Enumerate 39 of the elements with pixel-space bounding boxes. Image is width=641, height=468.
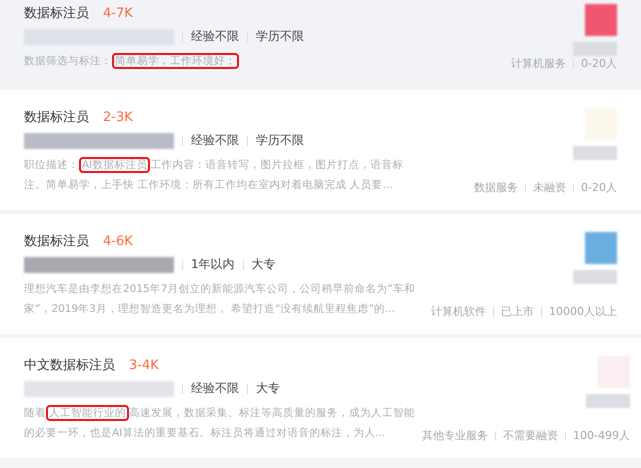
job-title: 数据标注员: [24, 109, 89, 126]
blurred-company-name: [573, 146, 617, 160]
salary: 2-3K: [103, 110, 133, 125]
requirement-tag: 学历不限: [256, 28, 304, 45]
blurred-company-name: [573, 270, 617, 284]
company-tag: 未融资: [533, 180, 566, 195]
job-title: 数据标注员: [24, 233, 89, 250]
blurred-company-name: [586, 394, 630, 408]
company-tag: 已上市: [501, 304, 534, 319]
company-tag: 不需要融资: [503, 428, 558, 443]
salary: 3-4K: [129, 358, 159, 373]
requirement-tag: 经验不限: [191, 132, 239, 149]
job-title: 数据标注员: [24, 5, 89, 22]
company-tag: 100-499人: [573, 428, 630, 443]
job-description: 职位描述： AI数据标注员 工作内容：语音转写，图片拉框，图片打点，语音标注。简单易学，上手快 工作环境：所有工作均在室内对着电脑完成 人员要...: [24, 156, 404, 193]
company-tag: 数据服务: [474, 180, 518, 195]
blurred-logo: [585, 232, 617, 264]
requirement-tag: 经验不限: [191, 380, 239, 397]
job-card[interactable]: 数据标注员 2-3K 经验不限 学历不限 职位描述： AI数据标注员 工作内容：语音转写，图片拉框，图片打点，语音标注。简单易学，上手快 工作环境：所有工作均在室内对着电脑完成 人员要... 数据服务 未融资 0-20人: [0, 90, 641, 210]
requirement-tag: 学历不限: [256, 132, 304, 149]
company-tag: 计算机软件: [431, 304, 486, 319]
requirement-tag: 大专: [252, 256, 276, 273]
blurred-logo: [585, 4, 617, 36]
requirement-tag: 大专: [256, 380, 280, 397]
salary: 4-7K: [103, 6, 133, 21]
job-title: 中文数据标注员: [24, 357, 115, 374]
company-tag: 10000人以上: [549, 304, 617, 319]
job-card[interactable]: 数据标注员 4-6K 1年以内 大专 理想汽车是由李想在2015年7月创立的新能源汽车公司，公司稍早前命名为“车和家”，2019年3月，理想智造更名为理想， 希望打造“没有续航里程焦虑”的... 计算机软件 已上市 10000人以上: [0, 214, 641, 334]
job-description: 理想汽车是由李想在2015年7月创立的新能源汽车公司，公司稍早前命名为“车和家”，2019年3月，理想智造更名为理想， 希望打造“没有续航里程焦虑”的...: [24, 282, 416, 317]
job-description: 随着 人工智能行业的 高速发展，数据采集、标注等高质量的服务，成为人工智能的必要一环，也是AI算法的重要基石。标注员将通过对语音的标注，为人...: [24, 404, 416, 441]
salary: 4-6K: [103, 234, 133, 249]
company-tag: 0-20人: [581, 180, 617, 195]
company-tag: 计算机服务: [511, 56, 566, 71]
job-card[interactable]: 中文数据标注员 3-4K 经验不限 大专 随着 人工智能行业的 高速发展，数据采集、标注等高质量的服务，成为人工智能的必要一环，也是AI算法的重要基石。标注员将通过对语音的标注，为人... 其他专业服务 不需要融资 100-499人: [0, 338, 641, 458]
requirement-tag: 1年以内: [191, 256, 235, 273]
requirement-tag: 经验不限: [191, 28, 239, 45]
job-description: 数据筛选与标注： 简单易学，工作环境好；: [24, 51, 422, 71]
company-tag: 其他专业服务: [422, 428, 488, 443]
company-tag: 0-20人: [581, 56, 617, 71]
